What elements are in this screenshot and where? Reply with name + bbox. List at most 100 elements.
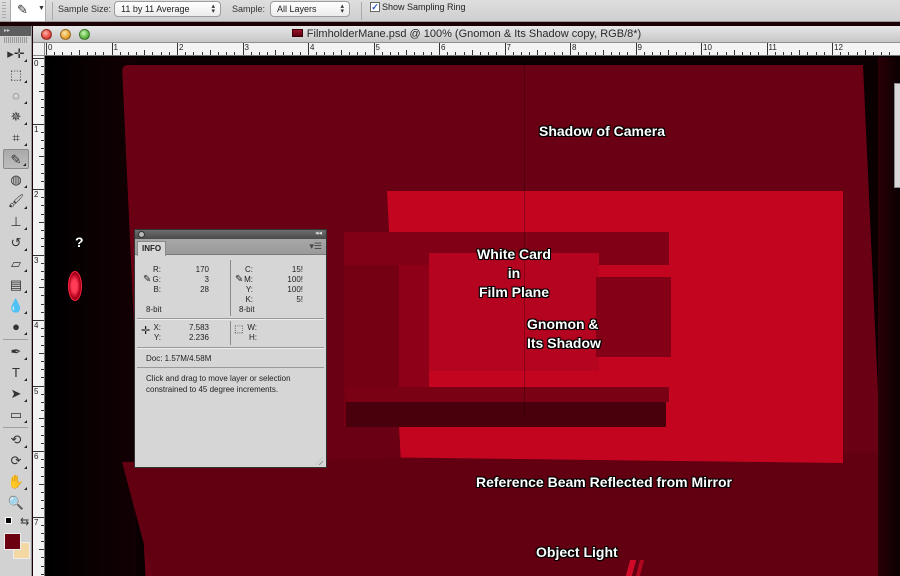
toolbox-grip[interactable] xyxy=(4,37,27,43)
tool-preset-picker[interactable]: ✎ ▼ xyxy=(10,0,46,22)
w-label: W: xyxy=(247,323,257,332)
options-bar-grip[interactable] xyxy=(2,2,6,20)
ruler-tick xyxy=(41,295,44,297)
panel-menu-icon[interactable]: ▾☰ xyxy=(309,241,322,252)
ruler-tick xyxy=(41,131,44,133)
annotation-line: Film Plane xyxy=(478,284,550,300)
horizontal-ruler[interactable]: 0 1 2 3 4 5 6 7 8 9 10 11 12 xyxy=(45,43,900,56)
history-brush-tool[interactable]: ↺ xyxy=(3,233,29,253)
ruler-label: 9 xyxy=(637,43,642,52)
divider xyxy=(230,321,231,345)
toolbox-expand-button[interactable]: ▸▸ xyxy=(0,26,31,36)
ruler-tick xyxy=(389,52,391,55)
y-pos-value: 2.236 xyxy=(188,333,209,342)
rectangle-shape-icon: ▭ xyxy=(9,407,23,422)
brush-tool[interactable]: 🖌 xyxy=(3,191,29,211)
vertical-scrollbar[interactable] xyxy=(894,83,900,188)
ruler-tick xyxy=(41,557,44,559)
blur-tool[interactable]: 💧 xyxy=(3,296,29,316)
ruler-tick xyxy=(39,156,44,158)
ruler-tick xyxy=(463,52,465,55)
ruler-tick xyxy=(610,52,612,55)
eyedropper-icon: ✎ xyxy=(10,152,22,167)
hand-icon: ✋ xyxy=(7,474,25,489)
ruler-tick xyxy=(627,52,629,55)
resize-grip[interactable] xyxy=(315,457,323,465)
clone-stamp-tool[interactable]: ⊥ xyxy=(3,212,29,232)
tab-info[interactable]: INFO xyxy=(137,241,166,256)
info-panel-header[interactable]: ◂◂ xyxy=(135,230,326,239)
foreground-color-swatch[interactable] xyxy=(4,533,21,550)
annotation-shadow-of-camera: Shadow of Camera xyxy=(539,123,666,139)
ruler-tick xyxy=(414,52,416,55)
pen-tool[interactable]: ✒ xyxy=(3,342,29,362)
annotation-white-card: White Card in Film Plane xyxy=(469,245,559,302)
ruler-tick xyxy=(177,43,178,55)
gradient-tool[interactable]: ▤ xyxy=(3,275,29,295)
ruler-tick xyxy=(398,52,400,55)
3d-rotate-tool[interactable]: ⟲ xyxy=(3,430,29,450)
ruler-tick xyxy=(78,50,80,55)
g-value: 3 xyxy=(204,275,209,284)
document-title-text: FilmholderMane.psd @ 100% (Gnomon & Its … xyxy=(306,28,642,40)
crop-tool[interactable]: ⌗ xyxy=(3,128,29,148)
y-value: 100! xyxy=(287,285,303,294)
annotation-line: White Card xyxy=(477,246,551,262)
zoom-tool[interactable]: 🔍 xyxy=(3,493,29,513)
ruler-tick xyxy=(41,229,44,231)
y-label: Y: xyxy=(245,285,253,294)
ruler-tick xyxy=(422,52,424,55)
default-colors-icon[interactable] xyxy=(5,517,12,524)
c-label: C: xyxy=(245,265,253,274)
ruler-tick xyxy=(41,508,44,510)
r-label: R: xyxy=(153,265,161,274)
ruler-tick xyxy=(41,467,44,469)
path-selection-tool[interactable]: ➤ xyxy=(3,384,29,404)
checkmark-icon[interactable]: ✓ xyxy=(370,2,380,12)
ruler-tick xyxy=(41,82,44,84)
move-tool[interactable]: ▸✛ xyxy=(3,44,29,64)
ruler-tick xyxy=(41,410,44,412)
ruler-tick xyxy=(348,52,350,55)
ruler-tick xyxy=(373,43,375,55)
show-sampling-ring-checkbox[interactable]: ✓ Show Sampling Ring xyxy=(370,2,466,12)
ruler-label: 1 xyxy=(34,124,39,134)
ruler-tick xyxy=(717,52,719,55)
ruler-origin[interactable] xyxy=(33,43,45,56)
dodge-tool[interactable]: ● xyxy=(3,317,29,337)
type-tool[interactable]: T xyxy=(3,363,29,383)
ruler-tick xyxy=(250,52,252,55)
ruler-tick xyxy=(872,52,874,55)
ruler-tick xyxy=(291,52,293,55)
sample-size-value: 11 by 11 Average xyxy=(121,4,190,14)
ruler-tick xyxy=(41,262,44,264)
ruler-tick xyxy=(41,377,44,379)
marquee-tool[interactable]: ⬚ xyxy=(3,65,29,85)
ruler-label: 1 xyxy=(113,43,118,52)
ruler-tick xyxy=(152,52,154,55)
hand-tool[interactable]: ✋ xyxy=(3,472,29,492)
panel-close-button[interactable] xyxy=(138,231,145,238)
ruler-tick xyxy=(447,52,449,55)
swap-colors-icon[interactable]: ⇆ xyxy=(20,515,29,528)
eyedropper-tool[interactable]: ✎ xyxy=(3,149,29,169)
ruler-tick xyxy=(815,52,817,55)
collapse-panel-icon[interactable]: ◂◂ xyxy=(315,229,322,237)
healing-brush-tool[interactable]: ◍ xyxy=(3,170,29,190)
shape-tool[interactable]: ▭ xyxy=(3,405,29,425)
document-titlebar[interactable]: FilmholderMane.psd @ 100% (Gnomon & Its … xyxy=(33,26,900,43)
ruler-tick xyxy=(504,43,506,55)
ruler-tick xyxy=(365,52,367,55)
sample-size-select[interactable]: 11 by 11 Average ▴ ▾ xyxy=(114,1,221,17)
3d-orbit-tool[interactable]: ⟳ xyxy=(3,451,29,471)
bandage-icon: ◍ xyxy=(10,172,22,187)
ruler-tick xyxy=(86,52,88,55)
lasso-tool[interactable]: ◌ xyxy=(3,86,29,106)
eraser-tool[interactable]: ▱ xyxy=(3,254,29,274)
vertical-ruler[interactable]: 0 1 2 3 4 5 6 7 xyxy=(33,56,45,576)
sample-select[interactable]: All Layers ▴ ▾ xyxy=(270,1,350,17)
ruler-tick xyxy=(33,516,44,518)
ruler-label: 2 xyxy=(179,43,184,52)
g-label: G: xyxy=(152,275,161,284)
magic-wand-tool[interactable]: ✵ xyxy=(3,107,29,127)
